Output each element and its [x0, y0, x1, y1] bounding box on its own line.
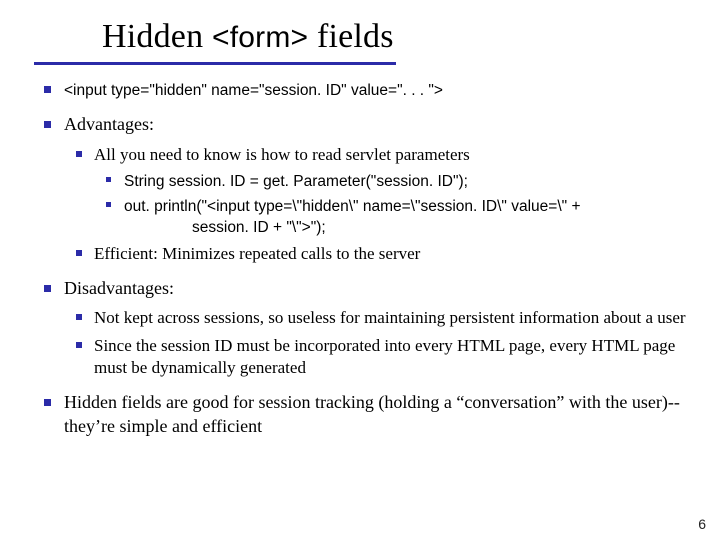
dis-item-2: Since the session ID must be incorporate…: [64, 335, 690, 380]
code-line: <input type="hidden" name="session. ID" …: [64, 82, 443, 99]
disadvantages-label: Disadvantages:: [64, 278, 174, 298]
adv-item-1: All you need to know is how to read serv…: [64, 144, 690, 239]
slide-body: <input type="hidden" name="session. ID" …: [34, 78, 690, 449]
bullet-advantages: Advantages: All you need to know is how …: [34, 113, 690, 266]
slide-title: Hidden <form> fields: [102, 18, 394, 56]
title-form-tag: <form>: [212, 21, 308, 54]
adv-code-2: out. println("<input type=\"hidden\" nam…: [94, 195, 690, 238]
adv-code-1: String session. ID = get. Parameter("ses…: [94, 170, 690, 192]
adv-item-2-text: Efficient: Minimizes repeated calls to t…: [94, 244, 420, 263]
adv-code-1-text: String session. ID = get. Parameter("ses…: [124, 173, 468, 190]
bullet-closing: Hidden fields are good for session track…: [34, 391, 690, 439]
adv-item-2: Efficient: Minimizes repeated calls to t…: [64, 243, 690, 265]
adv-item-1-text: All you need to know is how to read serv…: [94, 145, 470, 164]
title-pre: Hidden: [102, 18, 212, 55]
page-number: 6: [698, 516, 706, 532]
dis-item-1-text: Not kept across sessions, so useless for…: [94, 308, 686, 327]
bullet-disadvantages: Disadvantages: Not kept across sessions,…: [34, 277, 690, 380]
closing-text: Hidden fields are good for session track…: [64, 392, 680, 436]
bullet-input-example: <input type="hidden" name="session. ID" …: [34, 78, 690, 102]
advantages-label: Advantages:: [64, 114, 154, 134]
dis-item-2-text: Since the session ID must be incorporate…: [94, 336, 675, 377]
adv-code-2a-text: out. println("<input type=\"hidden\" nam…: [124, 198, 581, 215]
title-post: fields: [308, 18, 393, 55]
dis-item-1: Not kept across sessions, so useless for…: [64, 307, 690, 329]
title-underline: [34, 62, 396, 65]
adv-code-2b-text: session. ID + "\">");: [124, 218, 690, 238]
